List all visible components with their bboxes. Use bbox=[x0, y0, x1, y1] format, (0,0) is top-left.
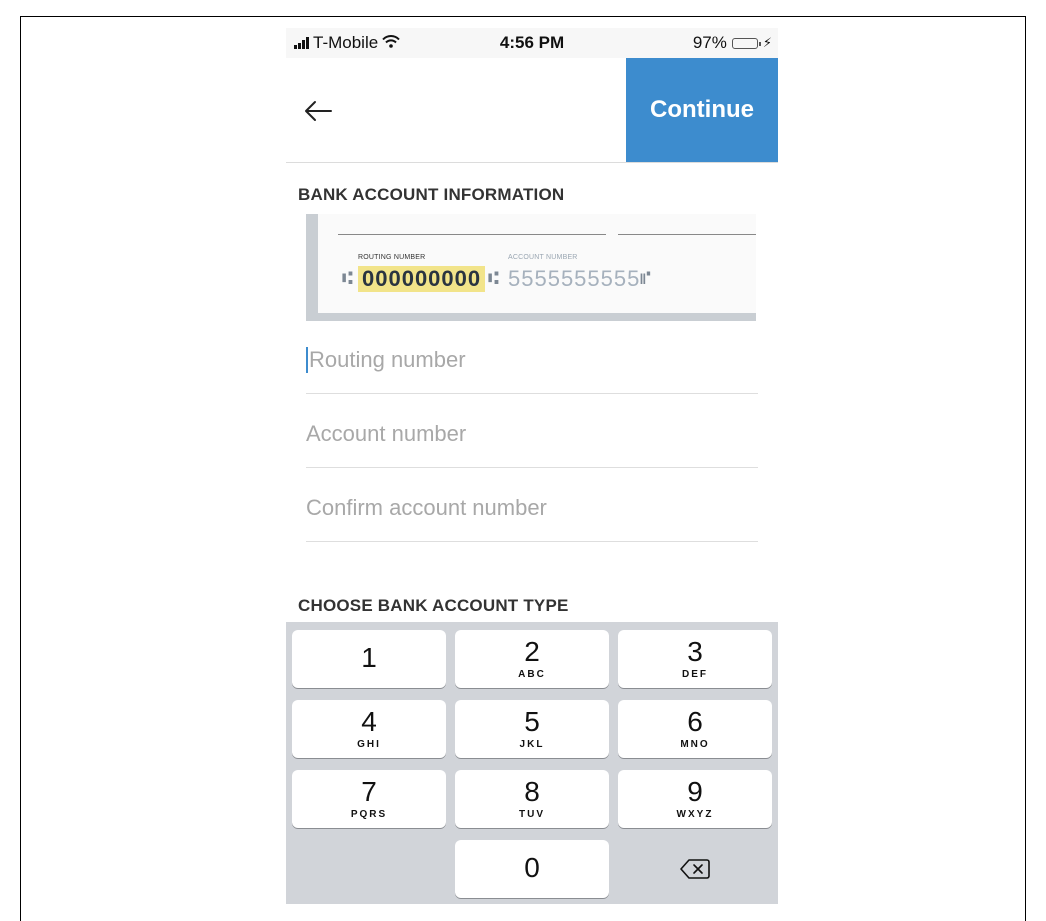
nav-header: Continue bbox=[286, 58, 778, 163]
key-6[interactable]: 6 MNO bbox=[618, 700, 772, 758]
check-account-label: ACCOUNT NUMBER bbox=[508, 254, 578, 261]
charging-icon: ⚡ bbox=[762, 35, 772, 50]
arrow-left-icon bbox=[305, 101, 332, 121]
key-7[interactable]: 7 PQRS bbox=[292, 770, 446, 828]
account-number-field[interactable]: Account number bbox=[306, 401, 758, 468]
check-illustration: ROUTING NUMBER ACCOUNT NUMBER ⑆ 00000000… bbox=[306, 214, 756, 321]
key-0[interactable]: 0 bbox=[455, 840, 609, 898]
key-9[interactable]: 9 WXYZ bbox=[618, 770, 772, 828]
back-button[interactable] bbox=[300, 96, 336, 126]
routing-number-field[interactable]: Routing number bbox=[306, 327, 758, 394]
key-3[interactable]: 3 DEF bbox=[618, 630, 772, 688]
battery-percent: 97% bbox=[692, 33, 727, 52]
key-4[interactable]: 4 GHI bbox=[292, 700, 446, 758]
key-8[interactable]: 8 TUV bbox=[455, 770, 609, 828]
backspace-icon bbox=[680, 859, 710, 879]
check-routing-label: ROUTING NUMBER bbox=[358, 254, 426, 261]
routing-number-placeholder: Routing number bbox=[309, 347, 466, 372]
numeric-keypad: 1 2 ABC 3 DEF 4 GHI 5 JKL 6 MNO 7 PQRS 8… bbox=[286, 622, 778, 904]
check-routing-value: 000000000 bbox=[358, 266, 486, 292]
bank-info-title: BANK ACCOUNT INFORMATION bbox=[298, 185, 565, 204]
routing-symbol-icon: ⑆ bbox=[488, 268, 499, 288]
check-account-value: 5555555555 bbox=[508, 266, 641, 291]
delete-key[interactable] bbox=[618, 840, 772, 898]
status-bar: T-Mobile 4:56 PM 97% ⚡ bbox=[286, 28, 778, 58]
confirm-account-placeholder: Confirm account number bbox=[306, 495, 547, 520]
key-5[interactable]: 5 JKL bbox=[455, 700, 609, 758]
routing-symbol-icon: ⑆ bbox=[342, 268, 353, 288]
phone-screen: T-Mobile 4:56 PM 97% ⚡ Continue BANK ACC… bbox=[286, 28, 778, 904]
text-cursor bbox=[306, 347, 308, 373]
battery-icon bbox=[731, 37, 761, 49]
battery-group: 97% ⚡ bbox=[693, 33, 772, 53]
key-1[interactable]: 1 bbox=[292, 630, 446, 688]
continue-button[interactable]: Continue bbox=[626, 58, 778, 162]
account-number-placeholder: Account number bbox=[306, 421, 467, 446]
account-type-title: CHOOSE BANK ACCOUNT TYPE bbox=[298, 596, 569, 615]
confirm-account-number-field[interactable]: Confirm account number bbox=[306, 475, 758, 542]
onus-symbol-icon: ⑈ bbox=[640, 268, 651, 288]
key-2[interactable]: 2 ABC bbox=[455, 630, 609, 688]
bank-form: BANK ACCOUNT INFORMATION ROUTING NUMBER … bbox=[286, 163, 778, 656]
